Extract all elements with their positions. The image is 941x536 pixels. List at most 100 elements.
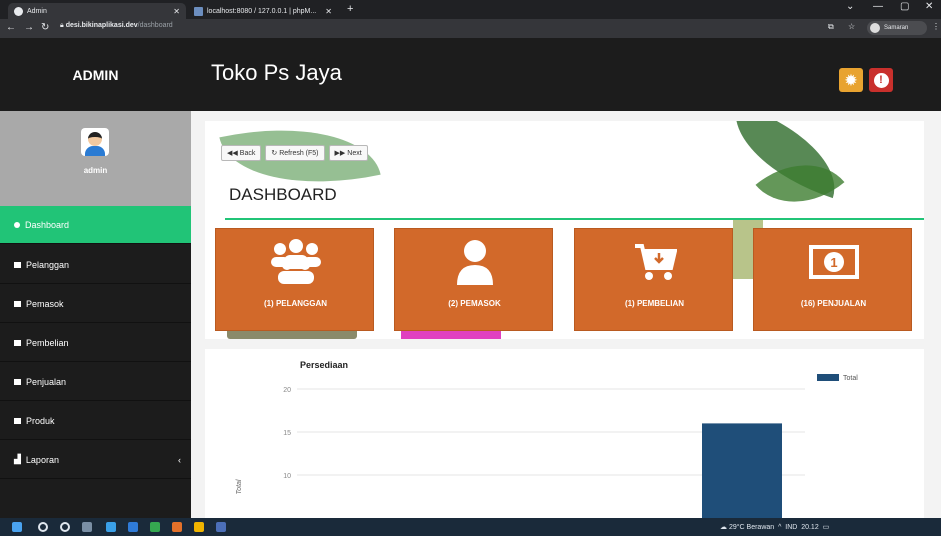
table-icon [14, 417, 21, 424]
page-title: Toko Ps Jaya [211, 60, 342, 85]
back-label: Back [239, 149, 256, 157]
user-panel: admin [0, 111, 191, 206]
restore-icon[interactable]: ▢ [900, 1, 909, 12]
card-pemasok[interactable]: (2) PEMASOK [394, 228, 553, 331]
reload-icon[interactable]: ↻ [41, 22, 49, 33]
url-domain: desi.bikinaplikasi.dev [65, 22, 138, 29]
settings-button[interactable]: ✹ [839, 68, 863, 92]
dashboard-heading: DASHBOARD [229, 185, 337, 204]
taskbar: ☁ 29°C Berawan ^ IND 20.12 ▭ [0, 518, 941, 536]
dashboard-banner: ◀◀ Back ↻ Refresh (F5) ▶▶ Next DASHBOARD (1… [205, 121, 924, 339]
windows-start-icon[interactable] [12, 522, 22, 532]
table-icon [14, 261, 21, 268]
refresh-label: Refresh (F5) [279, 149, 319, 157]
sidebar-item-penjualan[interactable]: Penjualan [0, 363, 191, 401]
minimize-icon[interactable]: — [873, 1, 883, 12]
alert-icon: ! [873, 72, 889, 88]
avatar [81, 128, 109, 156]
brand-logo[interactable]: ADMIN [0, 38, 191, 111]
backward-icon: ◀◀ [227, 150, 238, 157]
sidebar-item-pembelian[interactable]: Pembelian [0, 324, 191, 362]
new-tab-icon[interactable]: + [347, 3, 353, 15]
lock-icon: 🔒︎ [60, 22, 64, 29]
back-button[interactable]: ◀◀ Back [221, 145, 262, 161]
card-pelanggan[interactable]: (1) PELANGGAN [215, 228, 374, 331]
sidebar-item-label: Dashboard [25, 219, 70, 230]
user-name: admin [83, 166, 108, 175]
weather-icon: ☁ [720, 524, 727, 531]
close-tab-icon[interactable]: ✕ [325, 7, 332, 16]
app-icon[interactable] [172, 522, 182, 532]
cart-icon [575, 235, 734, 289]
card-label: (16) PENJUALAN [800, 299, 867, 308]
notification-icon[interactable]: ▭ [823, 524, 830, 531]
forward-icon: ▶▶ [334, 150, 346, 157]
chart-title: Persediaan [300, 360, 348, 370]
explorer-icon[interactable] [106, 522, 116, 532]
tab-phpmyadmin[interactable]: localhost:8080 / 127.0.0.1 | phpM... ✕ [188, 3, 338, 19]
card-label: (2) PEMASOK [448, 299, 501, 308]
card-label: (1) PELANGGAN [263, 299, 328, 308]
close-tab-icon[interactable]: ✕ [173, 7, 180, 16]
bookmark-star-icon[interactable]: ☆ [848, 22, 855, 31]
refresh-button[interactable]: ↻ Refresh (F5) [265, 145, 325, 161]
nav-toolbar: ◀◀ Back ↻ Refresh (F5) ▶▶ Next [221, 145, 368, 161]
refresh-icon: ↻ [271, 150, 278, 157]
money-icon: 1 [754, 235, 913, 289]
close-window-icon[interactable]: ✕ [925, 1, 933, 12]
back-arrow-icon[interactable]: ← [6, 22, 16, 33]
chrome-icon[interactable] [150, 522, 160, 532]
app-icon[interactable] [194, 522, 204, 532]
chart-canvas: Persediaan 20 15 10 Total Total [236, 360, 858, 518]
browser-tab-bar: Admin ✕ localhost:8080 / 127.0.0.1 | php… [0, 0, 941, 19]
card-penjualan[interactable]: 1 (16) PENJUALAN [753, 228, 912, 331]
card-pembelian[interactable]: (1) PEMBELIAN [574, 228, 733, 331]
app-header: ADMIN Toko Ps Jaya ✹ ! [0, 38, 941, 111]
table-icon [14, 378, 21, 385]
card-label: (1) PEMBELIAN [624, 299, 685, 308]
browser-menu-icon[interactable]: ⋮ [932, 22, 940, 31]
url-field[interactable]: 🔒︎ desi.bikinaplikasi.dev/dashboard [60, 22, 173, 30]
system-tray[interactable]: ☁ 29°C Berawan ^ IND 20.12 ▭ [720, 523, 829, 531]
svg-text:1: 1 [830, 255, 837, 270]
next-button[interactable]: ▶▶ Next [328, 145, 368, 161]
legend-swatch [817, 374, 839, 381]
sidebar-item-label: Produk [26, 415, 55, 426]
sidebar-item-produk[interactable]: Produk [0, 402, 191, 440]
cortana-icon[interactable] [60, 522, 70, 532]
bar [702, 423, 782, 518]
users-icon [216, 235, 375, 289]
sidebar-item-label: Pemasok [26, 298, 64, 309]
sidebar: admin Dashboard Pelanggan Pemasok Pembel… [0, 111, 191, 518]
logout-button[interactable]: ! [869, 68, 893, 92]
forward-arrow-icon[interactable]: → [24, 22, 34, 33]
table-icon [14, 300, 21, 307]
task-view-icon[interactable] [82, 522, 92, 532]
bar-chart-icon: ▟ [14, 454, 21, 464]
dashboard-icon [14, 221, 20, 228]
sidebar-item-laporan[interactable]: ▟ Laporan ‹ [0, 441, 191, 479]
store-icon[interactable] [128, 522, 138, 532]
sidebar-item-dashboard[interactable]: Dashboard [0, 206, 191, 244]
gear-icon: ✹ [845, 71, 857, 88]
tab-admin[interactable]: Admin ✕ [8, 3, 186, 19]
chevron-up-icon: ^ [778, 524, 782, 531]
sidebar-item-pelanggan[interactable]: Pelanggan [0, 246, 191, 284]
translate-icon[interactable]: ⧉ [828, 22, 834, 32]
table-icon [14, 339, 21, 346]
tab-search-icon[interactable]: ⌄ [846, 1, 854, 12]
tab-title: localhost:8080 / 127.0.0.1 | phpM... [207, 7, 317, 15]
y-axis-label: Total [236, 479, 243, 494]
chevron-left-icon: ‹ [178, 454, 181, 465]
user-icon [395, 235, 554, 289]
sidebar-item-pemasok[interactable]: Pemasok [0, 285, 191, 323]
inventory-chart: Persediaan 20 15 10 Total Total [205, 349, 924, 518]
search-icon[interactable] [38, 522, 48, 532]
profile-button[interactable]: Samaran [867, 21, 927, 35]
sidebar-item-label: Pembelian [26, 337, 69, 348]
profile-avatar-icon [870, 23, 880, 33]
clock: 20.12 [801, 524, 819, 531]
tab-title: Admin [27, 7, 47, 15]
url-path: /dashboard [137, 22, 173, 29]
app-icon[interactable] [216, 522, 226, 532]
